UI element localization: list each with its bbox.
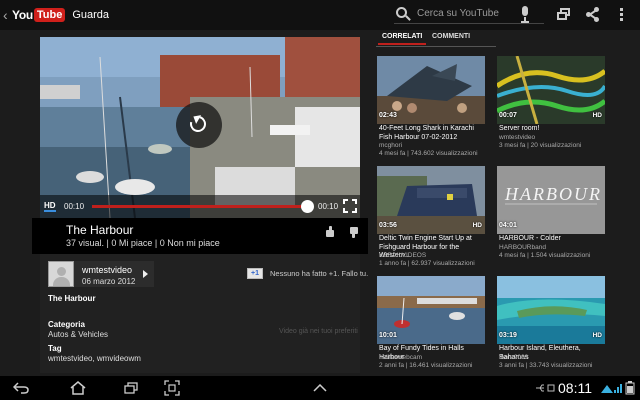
tab-related[interactable]: CORRELATI: [378, 33, 427, 45]
wifi-signal-battery-icon: [601, 381, 635, 395]
hd-tag: HD: [472, 222, 482, 229]
video-channel: mcghori: [379, 142, 403, 149]
video-thumbnail: 03:56 HD: [377, 166, 485, 234]
tag-label: Tag: [48, 344, 62, 353]
replay-icon: [187, 112, 209, 135]
back-icon[interactable]: [13, 382, 29, 394]
related-video-card[interactable]: HARBOUR 04:01 HARBOUR - Colder HARBOURba…: [497, 166, 605, 266]
category-label: Categoria: [48, 320, 85, 329]
video-channel: HARBOURband: [499, 244, 546, 251]
share-icon[interactable]: [586, 7, 600, 22]
tab-divider: [376, 46, 496, 47]
player-controls: HD 00:10 00:10: [40, 195, 360, 218]
hd-tag: HD: [592, 332, 602, 339]
video-title: The Harbour: [66, 223, 134, 237]
usb-icon: [536, 384, 555, 392]
status-clock: 08:11: [558, 380, 592, 396]
search-input[interactable]: [417, 8, 527, 19]
total-duration: 00:10: [318, 202, 339, 211]
overflow-menu-icon[interactable]: [620, 8, 624, 22]
related-video-card[interactable]: 02:43 40-Feet Long Shark in Karachi Fish…: [377, 56, 485, 157]
back-chevron-icon[interactable]: ‹: [3, 7, 11, 23]
video-meta: 4 mesi fa | 1.504 visualizzazioni: [499, 252, 591, 259]
tab-comments[interactable]: COMMENTI: [428, 33, 474, 43]
replay-button[interactable]: [176, 102, 222, 148]
thumbs-down-icon[interactable]: [348, 226, 360, 238]
tag-value: wmtestvideo, wmvideowm: [48, 354, 141, 363]
video-channel: KBRAILVIDEOS: [379, 252, 427, 259]
fullscreen-icon[interactable]: [343, 199, 357, 213]
channel-link[interactable]: wmtestvideo 06 marzo 2012: [48, 261, 154, 287]
thumbs-up-icon[interactable]: [324, 226, 336, 238]
video-channel: halifaxwebcam: [379, 354, 422, 361]
channel-avatar: [48, 261, 74, 287]
video-meta: 2 anni fa | 16.461 visualizzazioni: [379, 362, 473, 369]
seek-bar[interactable]: [92, 205, 307, 208]
logo-you: You: [12, 8, 33, 22]
video-title: HARBOUR - Colder: [499, 235, 561, 242]
microphone-icon[interactable]: [520, 6, 530, 24]
video-thumbnail: 00:07 HD: [497, 56, 605, 124]
video-channel: thore2009: [499, 354, 529, 361]
video-channel: wmtestvideo: [499, 134, 536, 141]
current-time: 00:10: [64, 202, 85, 211]
page-title: Guarda: [72, 9, 110, 21]
related-video-card[interactable]: 10:01 Bay of Fundy Tides in Halls Harbou…: [377, 276, 485, 376]
chevron-up-icon[interactable]: [313, 384, 327, 392]
logo-tube: Tube: [33, 8, 66, 22]
related-video-card[interactable]: 00:07 HD Server room! wmtestvideo 3 mesi…: [497, 56, 605, 156]
favorites-note: Video già nei tuoi preferiti: [279, 328, 358, 335]
plusone-button[interactable]: +1: [247, 268, 263, 279]
plusone-text: Nessuno ha fatto +1. Fallo tu.: [270, 269, 369, 278]
screenshot-icon[interactable]: [164, 380, 180, 396]
video-title: 40-Feet Long Shark in Karachi Fish Harbo…: [379, 125, 474, 141]
recent-apps-icon[interactable]: [124, 382, 138, 394]
video-title: Server room!: [499, 125, 540, 132]
related-tabs: CORRELATI COMMENTI: [376, 31, 640, 47]
video-thumbnail: HARBOUR 04:01: [497, 166, 605, 234]
video-thumbnail: 02:43: [377, 56, 485, 124]
related-video-card[interactable]: 03:56 HD Deltic Twin Engine Start Up at …: [377, 166, 485, 267]
harbour-thumb-text: HARBOUR: [505, 184, 602, 204]
description-title: The Harbour: [48, 294, 96, 303]
video-meta: 1 anno fa | 62.937 visualizzazioni: [379, 260, 475, 267]
video-duration: 02:43: [379, 112, 397, 119]
upload-date: 06 marzo 2012: [82, 277, 136, 286]
video-duration: 10:01: [379, 332, 397, 339]
hd-toggle[interactable]: HD: [44, 201, 56, 212]
hd-tag: HD: [592, 112, 602, 119]
video-duration: 03:19: [499, 332, 517, 339]
category-value: Autos & Vehicles: [48, 330, 109, 339]
video-title-bar: The Harbour 37 visual. | 0 Mi piace | 0 …: [32, 218, 368, 254]
chevron-right-icon: [143, 270, 148, 278]
search-icon[interactable]: [396, 6, 411, 21]
related-video-card[interactable]: 03:19 HD Harbour Island, Eleuthera, Baha…: [497, 276, 605, 376]
home-icon[interactable]: [70, 381, 86, 395]
video-thumbnail: 03:19 HD: [497, 276, 605, 344]
channel-name: wmtestvideo: [82, 265, 133, 275]
seek-thumb[interactable]: [301, 200, 314, 213]
cast-icon[interactable]: [557, 8, 571, 20]
video-duration: 03:56: [379, 222, 397, 229]
video-duration: 00:07: [499, 112, 517, 119]
video-meta: 4 mesi fa | 743.602 visualizzazioni: [379, 150, 478, 157]
video-meta: 3 anni fa | 33.743 visualizzazioni: [499, 362, 593, 369]
system-nav-bar: 08:11: [0, 376, 640, 400]
video-thumbnail: 10:01: [377, 276, 485, 344]
video-duration: 04:01: [499, 222, 517, 229]
video-stats: 37 visual. | 0 Mi piace | 0 Non mi piace: [66, 238, 220, 248]
action-bar: ‹ You Tube Guarda: [0, 0, 640, 30]
video-meta: 3 mesi fa | 20 visualizzazioni: [499, 142, 582, 149]
youtube-logo[interactable]: You Tube: [12, 8, 66, 22]
